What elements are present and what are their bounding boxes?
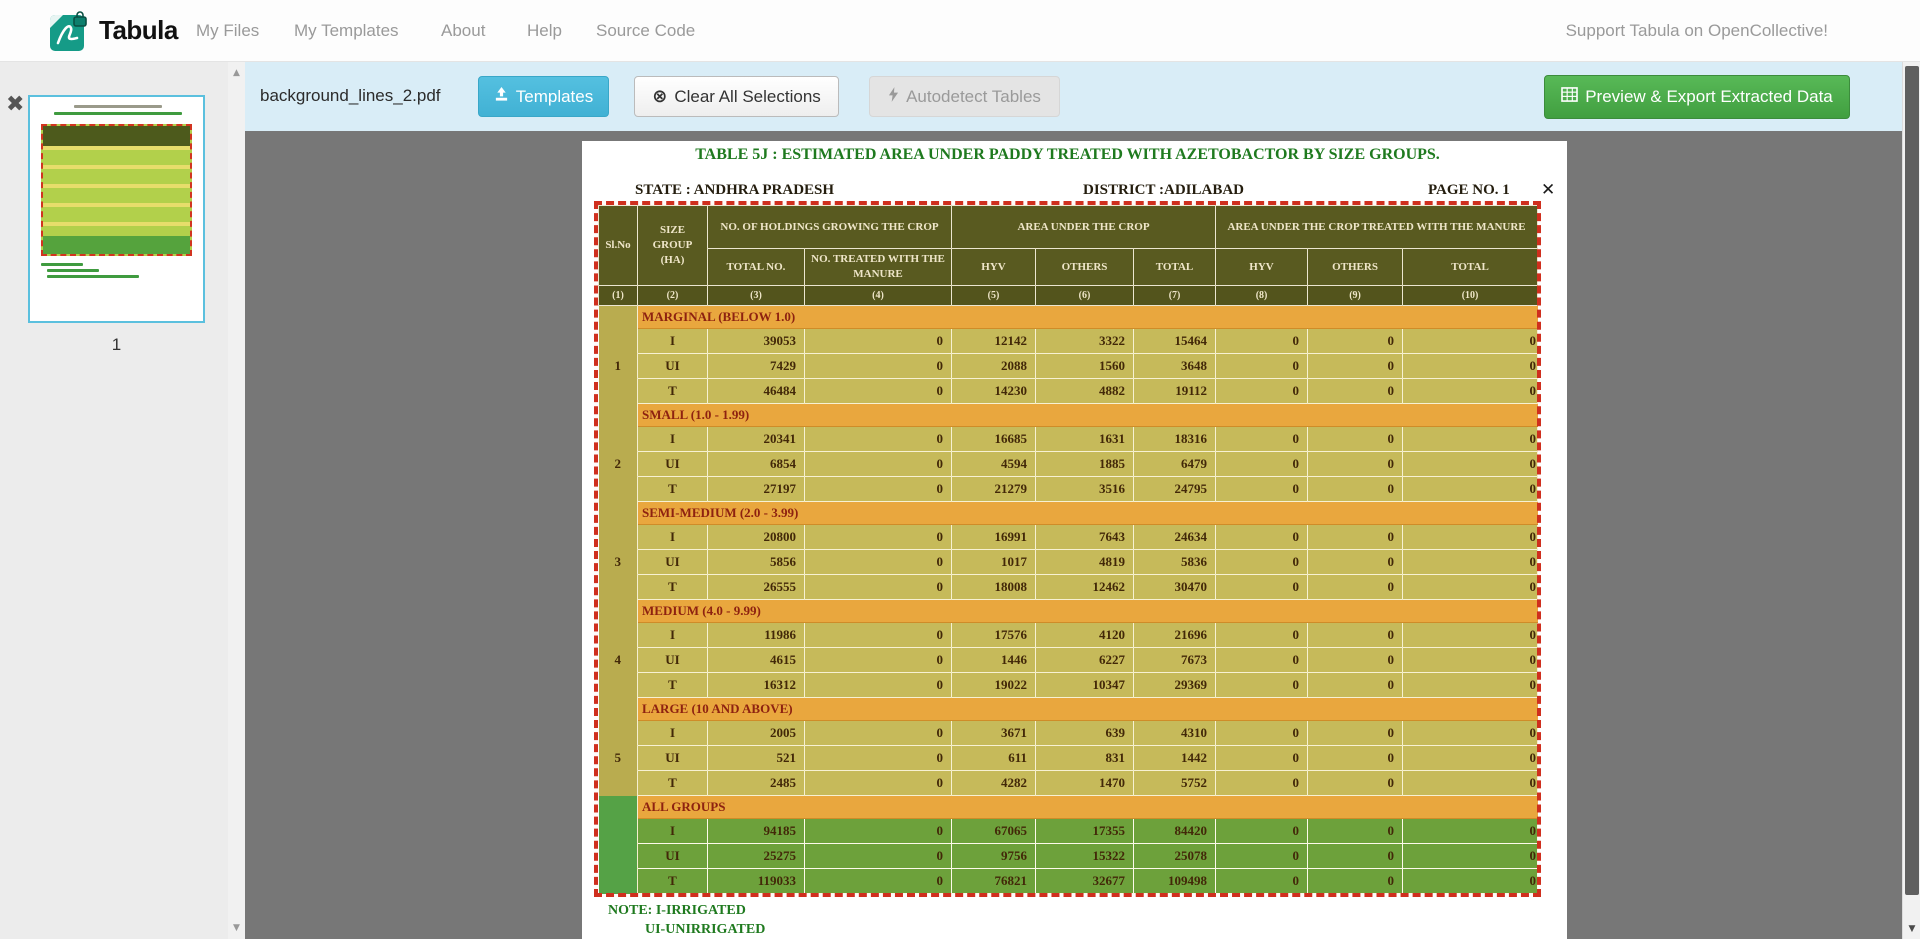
tabula-app: Tabula My Files My Templates About Help … — [0, 0, 1920, 939]
thumbnail-note-line — [47, 275, 139, 278]
page-thumbnail[interactable] — [28, 95, 205, 323]
export-button-label: Preview & Export Extracted Data — [1585, 87, 1833, 107]
thumbnail-page-number: 1 — [28, 335, 205, 355]
thumbnail-note-line — [47, 269, 99, 272]
document-filename: background_lines_2.pdf — [260, 86, 441, 106]
document-district: DISTRICT :ADILABAD — [1083, 182, 1244, 199]
sidebar-scrollbar[interactable]: ▲ ▼ — [228, 62, 245, 939]
table-selection[interactable] — [594, 201, 1541, 897]
nav-help[interactable]: Help — [527, 21, 562, 41]
document-state: STATE : ANDHRA PRADESH — [635, 182, 834, 199]
spreadsheet-icon — [1561, 87, 1578, 107]
templates-button-label: Templates — [516, 87, 593, 107]
scrollbar-thumb[interactable] — [1905, 66, 1919, 895]
pdf-viewport[interactable]: TABLE 5J : ESTIMATED AREA UNDER PADDY TR… — [245, 131, 1902, 939]
lightning-icon — [888, 87, 899, 107]
clear-button-label: Clear All Selections — [674, 87, 820, 107]
thumbnail-table-header — [43, 126, 190, 146]
document-note-2: UI-UNIRRIGATED — [645, 922, 765, 938]
thumbnail-sidebar: ✖ 1 — [0, 62, 228, 939]
main-area: background_lines_2.pdf Templates ⊗ Clear… — [245, 62, 1902, 939]
clear-all-selections-button[interactable]: ⊗ Clear All Selections — [634, 76, 839, 117]
window-scrollbar[interactable]: ▲ ▼ — [1902, 0, 1920, 939]
tabula-logo-icon[interactable] — [50, 11, 90, 51]
support-link[interactable]: Support Tabula on OpenCollective! — [1566, 21, 1828, 41]
toolbar: background_lines_2.pdf Templates ⊗ Clear… — [245, 62, 1902, 131]
scroll-up-icon[interactable]: ▲ — [228, 68, 245, 78]
scroll-down-icon[interactable]: ▼ — [228, 923, 245, 933]
templates-button[interactable]: Templates — [478, 76, 609, 117]
thumbnail-table-body — [43, 146, 190, 240]
remove-page-button[interactable]: ✖ — [6, 94, 24, 116]
scrollbar-down-icon[interactable]: ▼ — [1903, 924, 1920, 934]
thumbnail-mini-table — [41, 124, 192, 256]
thumbnail-note-line — [41, 263, 83, 266]
nav-about[interactable]: About — [441, 21, 485, 41]
document-page-no: PAGE NO. 1 — [1428, 182, 1510, 199]
autodetect-button-label: Autodetect Tables — [906, 87, 1041, 107]
nav-source-code[interactable]: Source Code — [596, 21, 695, 41]
nav-my-templates[interactable]: My Templates — [294, 21, 399, 41]
thumbnail-subtitle-line — [54, 112, 182, 115]
navbar: Tabula My Files My Templates About Help … — [0, 0, 1920, 62]
thumbnail-title-line — [74, 105, 162, 108]
autodetect-tables-button: Autodetect Tables — [869, 76, 1060, 117]
nav-my-files[interactable]: My Files — [196, 21, 259, 41]
circle-x-icon: ⊗ — [652, 86, 667, 107]
document-title: TABLE 5J : ESTIMATED AREA UNDER PADDY TR… — [598, 146, 1537, 164]
document-note-1: NOTE: I-IRRIGATED — [608, 903, 746, 919]
preview-export-button[interactable]: Preview & Export Extracted Data — [1544, 75, 1850, 119]
brand-title[interactable]: Tabula — [99, 15, 178, 46]
template-upload-icon — [494, 87, 509, 107]
pdf-page[interactable]: TABLE 5J : ESTIMATED AREA UNDER PADDY TR… — [582, 141, 1567, 939]
thumbnail-table-footer — [43, 236, 190, 254]
deselect-selection-button[interactable]: ✕ — [1541, 180, 1555, 200]
